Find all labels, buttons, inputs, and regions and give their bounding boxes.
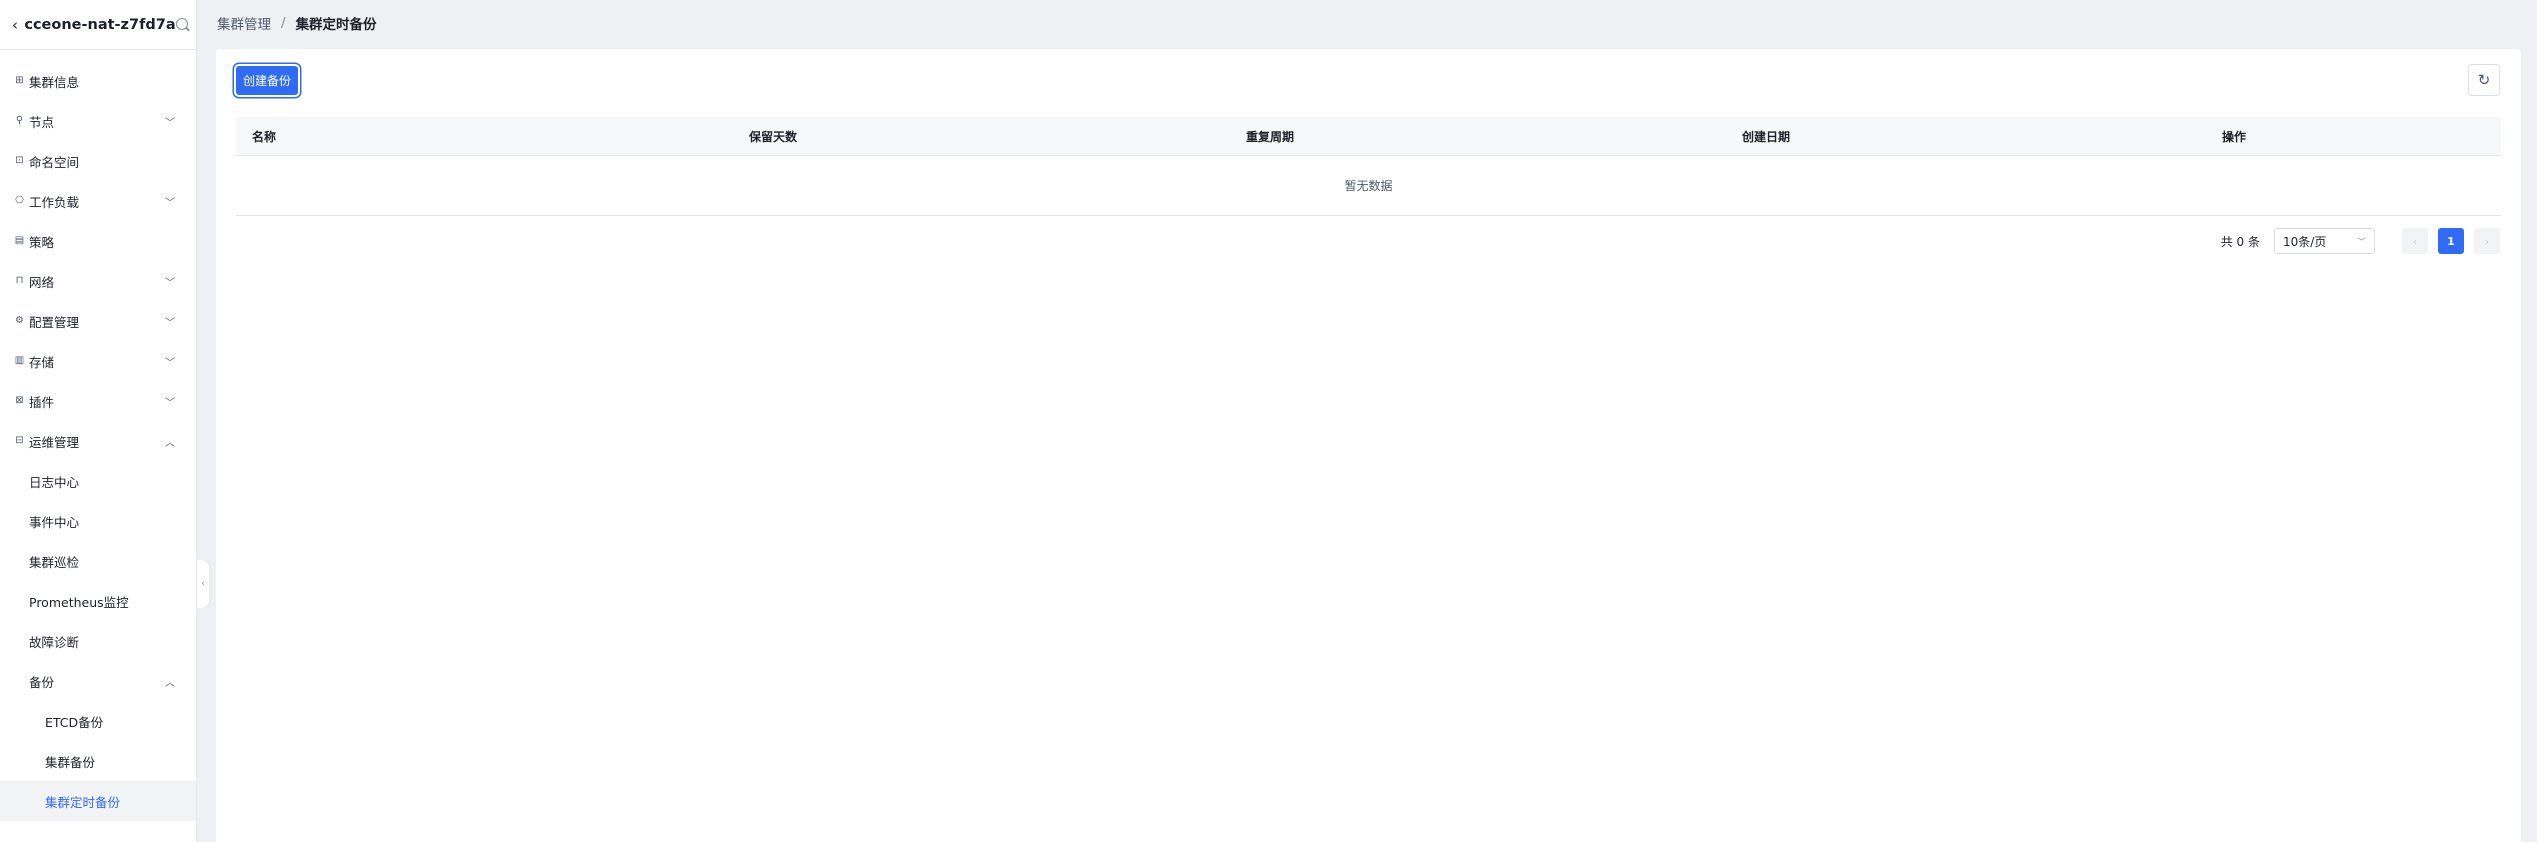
chevron-down-icon: ﹀: [165, 317, 175, 329]
empty-text: 暂无数据: [1344, 179, 1393, 193]
sidebar: ‹ cceone-nat-z7fd7a ⊞ 集群信息 ⚲ 节点 ﹀ ⊡ 命名空间…: [0, 0, 197, 842]
breadcrumb-current: 集群定时备份: [295, 17, 377, 33]
sidebar-header: ‹ cceone-nat-z7fd7a: [0, 0, 196, 50]
sidebar-item-ops[interactable]: ⊟ 运维管理 ︿: [0, 421, 196, 461]
sidebar-item-label: 集群巡检: [29, 554, 80, 570]
sidebar-item-label: 插件: [29, 394, 55, 410]
breadcrumb: 集群管理 / 集群定时备份: [197, 0, 2537, 46]
sidebar-item-label: 集群备份: [45, 754, 96, 770]
chevron-down-icon: ﹀: [165, 277, 175, 289]
chevron-right-icon: ›: [2484, 234, 2490, 248]
chevron-left-icon: ‹: [2412, 234, 2418, 248]
ops-icon: ⊟: [15, 435, 24, 446]
sidebar-item-prometheus[interactable]: Prometheus监控: [0, 581, 196, 621]
sidebar-item-label: 工作负载: [29, 194, 80, 210]
breadcrumb-separator: /: [281, 15, 286, 31]
breadcrumb-parent[interactable]: 集群管理: [217, 13, 271, 33]
total-count: 共 0 条: [2220, 234, 2260, 249]
pagination: 共 0 条 10条/页 ﹀ ‹ 1 ›: [2221, 228, 2500, 254]
sidebar-item-cluster-inspection[interactable]: 集群巡检: [0, 541, 196, 581]
sidebar-item-nodes[interactable]: ⚲ 节点 ﹀: [0, 101, 196, 141]
refresh-icon: ↻: [2477, 70, 2491, 89]
chevron-down-icon: ﹀: [165, 197, 175, 209]
sidebar-item-label: ETCD备份: [45, 714, 104, 730]
sidebar-item-network[interactable]: ⊓ 网络 ﹀: [0, 261, 196, 301]
sidebar-item-label: 存储: [29, 354, 55, 370]
sidebar-item-label: 配置管理: [29, 314, 80, 330]
sidebar-item-label: 备份: [29, 674, 55, 690]
cluster-name: cceone-nat-z7fd7a: [24, 16, 176, 33]
prev-page-button[interactable]: ‹: [2402, 228, 2428, 254]
node-icon: ⚲: [15, 115, 24, 126]
sidebar-item-label: 节点: [29, 114, 55, 130]
column-header-actions: 操作: [2222, 129, 2247, 144]
table-header: 名称 保留天数 重复周期 创建日期 操作: [236, 117, 2501, 156]
chevron-down-icon: ﹀: [165, 357, 175, 369]
sidebar-menu: ⊞ 集群信息 ⚲ 节点 ﹀ ⊡ 命名空间 ⎔ 工作负载 ﹀ ▤ 策略 ⊓ 网络 …: [0, 50, 196, 821]
sidebar-item-fault-diagnosis[interactable]: 故障诊断: [0, 621, 196, 661]
sidebar-item-cluster-info[interactable]: ⊞ 集群信息: [0, 61, 196, 101]
sidebar-item-event-center[interactable]: 事件中心: [0, 501, 196, 541]
chevron-left-icon: ‹: [201, 579, 205, 589]
sidebar-item-label: 故障诊断: [29, 634, 80, 650]
table-empty-state: 暂无数据: [236, 156, 2501, 216]
search-icon[interactable]: [175, 17, 189, 32]
sidebar-item-backup[interactable]: 备份 ︿: [0, 661, 196, 701]
namespace-icon: ⊡: [15, 155, 24, 166]
sidebar-item-label: 命名空间: [29, 154, 80, 170]
refresh-button[interactable]: ↻: [2468, 64, 2500, 96]
main-panel: 创建备份 ↻ 名称 保留天数 重复周期 创建日期 操作 暂无数据 共 0 条 1…: [216, 49, 2521, 842]
chevron-up-icon: ︿: [165, 677, 175, 689]
column-header-name: 名称: [252, 129, 277, 144]
column-header-repeat-cycle: 重复周期: [1246, 129, 1295, 144]
sidebar-item-label: 事件中心: [29, 514, 80, 530]
sidebar-item-etcd-backup[interactable]: ETCD备份: [0, 701, 196, 741]
sidebar-item-label: 集群定时备份: [45, 794, 121, 810]
create-backup-button[interactable]: 创建备份: [236, 66, 298, 95]
sidebar-item-label: 集群信息: [29, 74, 80, 90]
policy-icon: ▤: [14, 235, 25, 246]
page-size-value: 10条/页: [2283, 234, 2327, 249]
back-arrow-icon[interactable]: ‹: [12, 16, 22, 34]
sidebar-item-label: 策略: [29, 234, 55, 250]
page-number-button[interactable]: 1: [2438, 228, 2464, 254]
column-header-retention-days: 保留天数: [749, 129, 798, 144]
sidebar-item-log-center[interactable]: 日志中心: [0, 461, 196, 501]
config-icon: ⚙: [15, 315, 24, 326]
sidebar-item-label: Prometheus监控: [29, 594, 129, 610]
sidebar-item-label: 运维管理: [29, 434, 80, 450]
sidebar-item-config[interactable]: ⚙ 配置管理 ﹀: [0, 301, 196, 341]
next-page-button[interactable]: ›: [2474, 228, 2500, 254]
storage-icon: ▥: [14, 355, 25, 366]
sidebar-item-cluster-backup[interactable]: 集群备份: [0, 741, 196, 781]
plugin-icon: ⊠: [15, 395, 24, 406]
sidebar-item-policy[interactable]: ▤ 策略: [0, 221, 196, 261]
chevron-down-icon: ﹀: [2356, 237, 2366, 248]
chevron-down-icon: ﹀: [165, 397, 175, 409]
sidebar-collapse-handle[interactable]: ‹: [197, 560, 209, 608]
sidebar-item-label: 网络: [29, 274, 55, 290]
grid-icon: ⊞: [15, 75, 24, 86]
sidebar-item-storage[interactable]: ▥ 存储 ﹀: [0, 341, 196, 381]
sidebar-item-label: 日志中心: [29, 474, 80, 490]
chevron-down-icon: ﹀: [165, 117, 175, 129]
network-icon: ⊓: [15, 275, 24, 286]
backup-table: 名称 保留天数 重复周期 创建日期 操作 暂无数据: [236, 117, 2501, 216]
workload-icon: ⎔: [15, 195, 24, 206]
sidebar-item-namespace[interactable]: ⊡ 命名空间: [0, 141, 196, 181]
sidebar-item-scheduled-backup[interactable]: 集群定时备份: [0, 781, 196, 821]
page-size-select[interactable]: 10条/页 ﹀: [2274, 228, 2375, 254]
chevron-up-icon: ︿: [165, 437, 175, 449]
column-header-created-date: 创建日期: [1742, 129, 1791, 144]
sidebar-item-plugins[interactable]: ⊠ 插件 ﹀: [0, 381, 196, 421]
sidebar-item-workload[interactable]: ⎔ 工作负载 ﹀: [0, 181, 196, 221]
